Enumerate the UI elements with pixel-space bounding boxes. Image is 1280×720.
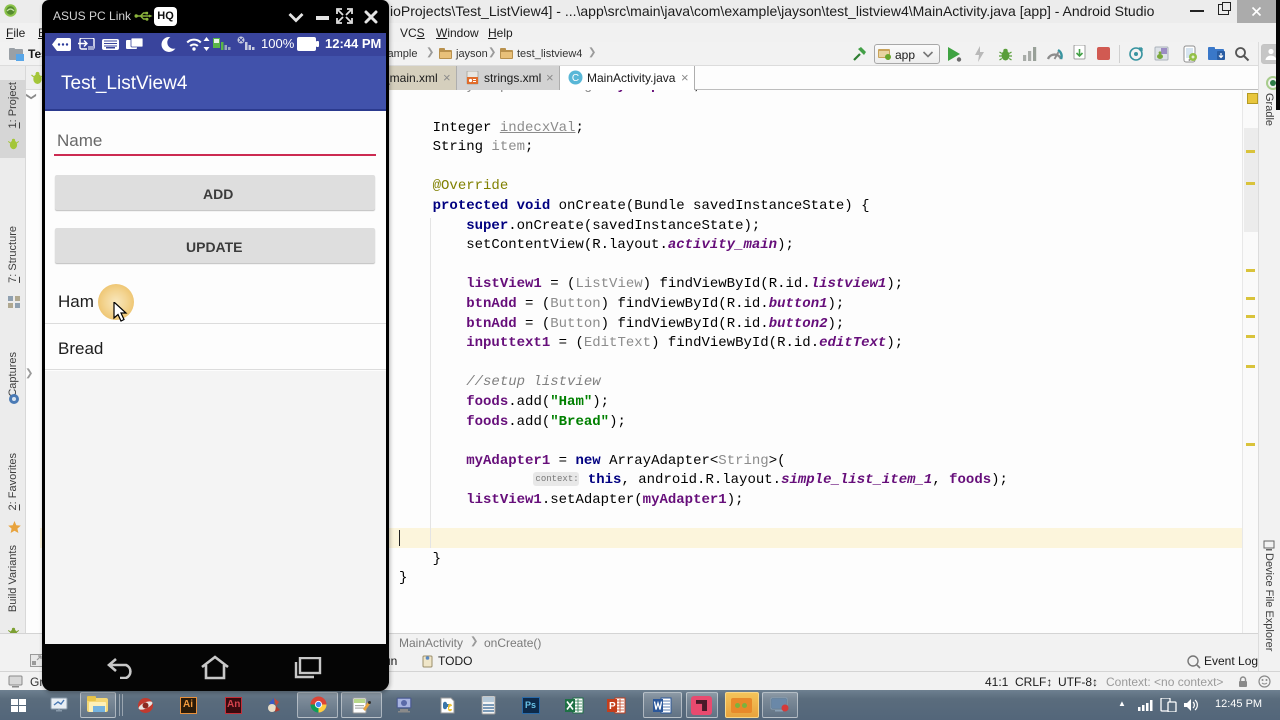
svg-text:P: P <box>609 701 616 712</box>
svg-text:C: C <box>572 73 579 84</box>
